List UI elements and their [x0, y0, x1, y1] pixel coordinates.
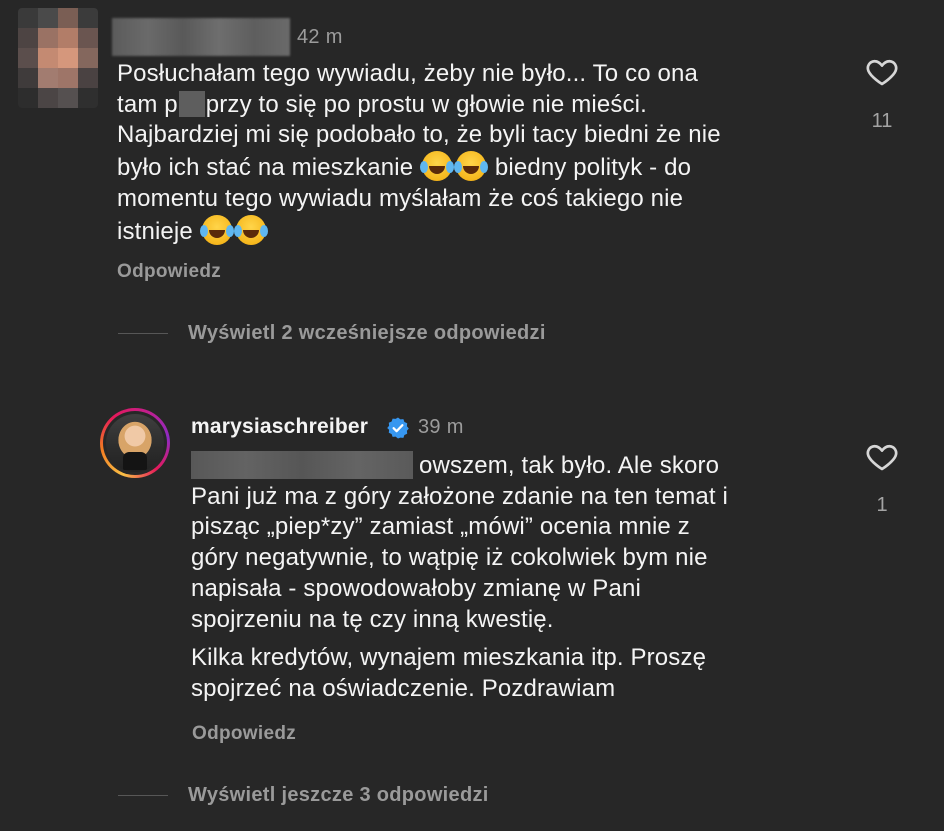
comment-line: momentu tego wywiadu myślałam że coś tak… — [117, 184, 684, 212]
reply-button[interactable]: Odpowiedz — [117, 261, 221, 283]
comment-line: Posłuchałam tego wywiadu, żeby nie było.… — [117, 60, 699, 87]
face-with-tears-of-joy-icon — [199, 214, 232, 245]
commenter-username-redacted[interactable] — [112, 18, 290, 56]
reply-body: owszem, tak było. Ale skoro Pani już ma … — [191, 451, 841, 705]
reply-line: spojrzeć na oświadczenie. Pozdrawiam — [191, 674, 616, 702]
comment-line: tam p przy to się po prostu w głowie nie … — [117, 90, 647, 118]
reply-line: góry negatywnie, to wątpię iż cokolwiek … — [191, 544, 708, 572]
avatar-ring-inner — [103, 411, 167, 475]
comment-timestamp: 42 m — [297, 26, 343, 48]
reply-line: spojrzeniu na tę czy inną kwestię. — [191, 605, 554, 633]
heart-icon[interactable] — [864, 55, 900, 89]
mention-redacted — [191, 451, 413, 479]
comment-body: Posłuchałam tego wywiadu, żeby nie było.… — [117, 59, 847, 247]
face-with-tears-of-joy-icon — [233, 214, 266, 245]
reply-line: owszem, tak było. Ale skoro — [191, 451, 841, 482]
heart-icon[interactable] — [864, 440, 900, 474]
comment-line: Najbardziej mi się podobało to, że byli … — [117, 121, 721, 149]
thread-divider — [118, 795, 168, 796]
reply-line: pisząc „piep*zy” zamiast „mówi” ocenia m… — [191, 513, 690, 541]
reply-button[interactable]: Odpowiedz — [192, 723, 296, 745]
face-with-tears-of-joy-icon — [420, 151, 453, 182]
view-more-replies-button[interactable]: Wyświetl jeszcze 3 odpowiedzi — [188, 784, 489, 807]
reply-line: napisała - spowodowałoby zmianę w Pani — [191, 574, 641, 602]
comment-line: było ich stać na mieszkanie biedny polit… — [117, 151, 847, 184]
view-previous-replies-button[interactable]: Wyświetl 2 wcześniejsze odpowiedzi — [188, 322, 546, 345]
reply-username[interactable]: marysiaschreiber — [191, 415, 368, 439]
commenter-avatar[interactable] — [18, 8, 98, 108]
like-count: 11 — [871, 110, 893, 132]
reply-line: Kilka kredytów, wynajem mieszkania itp. … — [191, 644, 707, 672]
censor-block — [178, 90, 205, 117]
comment-line: istnieje — [117, 214, 847, 248]
reply-line: Pani już ma z góry założone zdanie na te… — [191, 482, 728, 510]
avatar-photo — [106, 414, 164, 472]
reply-avatar[interactable] — [100, 408, 170, 478]
reply-timestamp: 39 m — [418, 416, 464, 438]
face-with-tears-of-joy-icon — [454, 151, 487, 182]
verified-badge-icon — [387, 417, 409, 439]
thread-divider — [118, 333, 168, 334]
like-count: 1 — [876, 494, 888, 516]
